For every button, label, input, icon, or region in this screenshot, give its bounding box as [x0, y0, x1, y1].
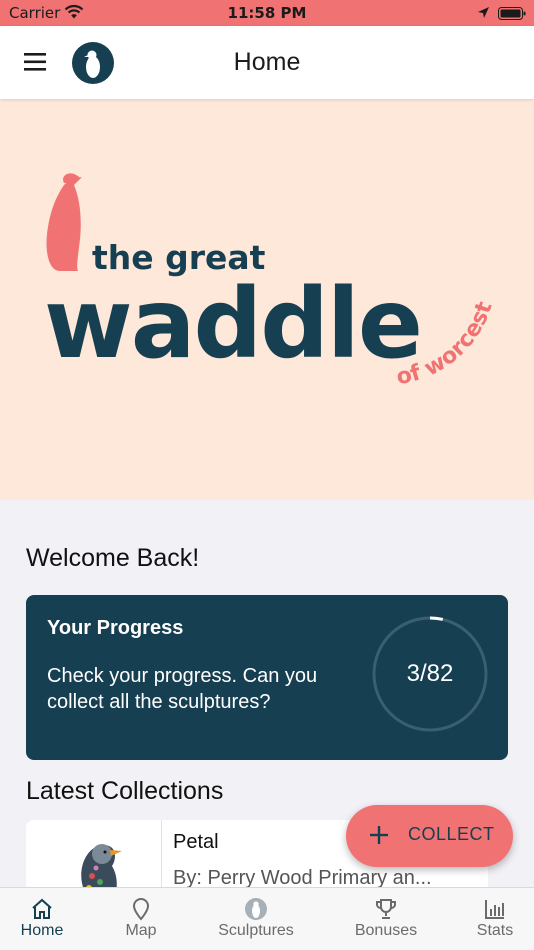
tab-stats[interactable]: Stats — [462, 888, 528, 950]
tab-sculptures[interactable]: Sculptures — [206, 888, 306, 950]
progress-description: Check your progress. Can you collect all… — [47, 665, 318, 713]
logo-line2: waddle — [44, 268, 421, 380]
trophy-icon — [376, 899, 396, 919]
tab-stats-label: Stats — [476, 922, 514, 939]
great-waddle-logo: the great waddle of worcester — [0, 80, 498, 390]
collection-name: Petal — [173, 831, 219, 853]
app-bar: Home — [0, 26, 534, 99]
penguin-icon — [245, 898, 267, 920]
map-pin-icon — [132, 898, 150, 921]
welcome-heading: Welcome Back! — [26, 544, 200, 572]
tab-bonuses-label: Bonuses — [354, 922, 418, 939]
tab-sculptures-label: Sculptures — [218, 922, 294, 939]
bottom-tab-bar: Home Map Sculptures Bonuses Stats — [0, 887, 534, 950]
tab-map-label: Map — [125, 922, 157, 939]
progress-count: 3/82 — [406, 660, 454, 687]
collect-button[interactable]: COLLECT — [346, 805, 513, 867]
progress-card[interactable]: Your Progress Check your progress. Can y… — [26, 595, 508, 760]
latest-collections-heading: Latest Collections — [26, 777, 224, 805]
tab-home-label: Home — [20, 922, 64, 939]
collect-button-label: COLLECT — [408, 824, 495, 844]
page-title: Home — [233, 48, 301, 76]
tab-home[interactable]: Home — [0, 888, 84, 950]
status-bar: Carrier 11:58 PM — [0, 0, 534, 26]
tab-map[interactable]: Map — [100, 888, 182, 950]
tab-bonuses[interactable]: Bonuses — [340, 888, 432, 950]
location-arrow-icon — [477, 5, 490, 23]
plus-icon — [370, 826, 388, 844]
home-icon — [32, 898, 52, 919]
bar-chart-icon — [485, 900, 504, 919]
hero-banner: the great waddle of worcester — [0, 80, 534, 500]
clock-time: 11:58 PM — [227, 4, 307, 22]
battery-icon — [498, 6, 526, 24]
progress-title: Your Progress — [47, 617, 184, 639]
